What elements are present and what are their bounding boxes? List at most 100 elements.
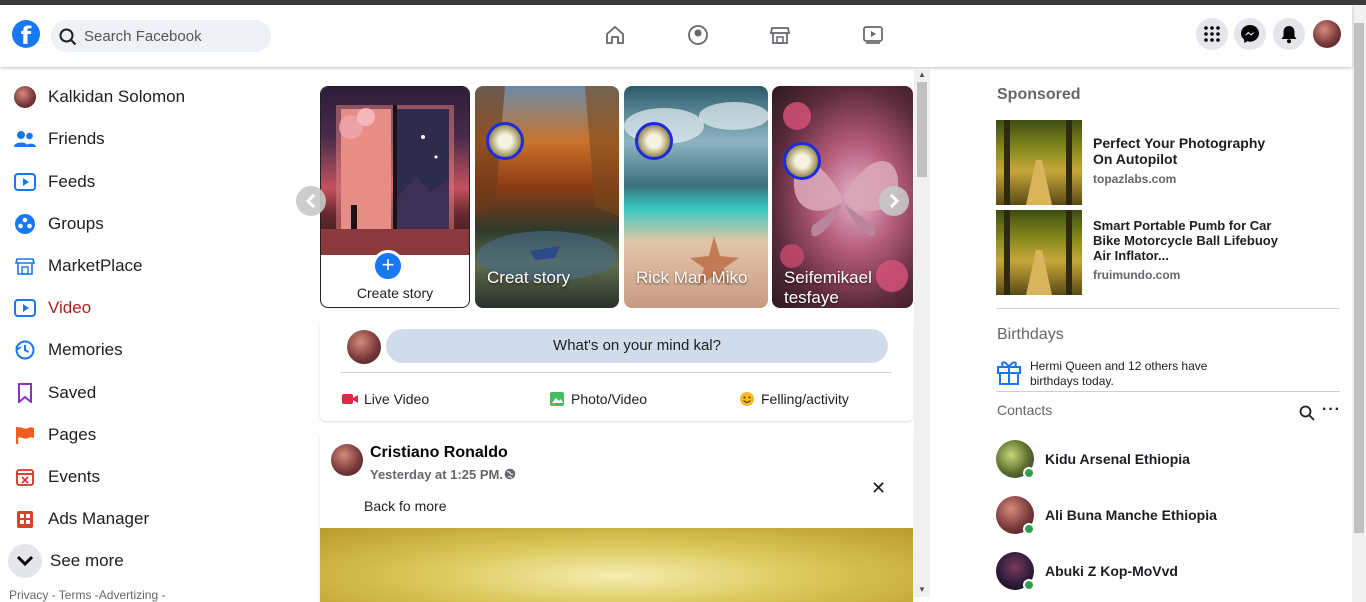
post-text: Back fo more [364, 498, 447, 514]
story-card[interactable]: Rick Man Miko [624, 86, 768, 308]
pages-icon [14, 424, 36, 446]
sidebar-item-label: MarketPlace [48, 256, 143, 275]
sidebar-item-saved[interactable]: Saved [14, 378, 96, 408]
composer-avatar[interactable] [347, 330, 381, 364]
contact-item[interactable]: Abuki Z Kop-MoVvd [996, 551, 1178, 591]
photo-video-icon [550, 392, 564, 406]
live-video-button[interactable]: Live Video [342, 391, 429, 407]
post-image[interactable] [320, 528, 913, 602]
top-navigation-bar: f [0, 5, 1352, 67]
contacts-more-options-icon[interactable]: ··· [1322, 401, 1341, 419]
globe-icon [504, 468, 516, 480]
sidebar-item-friends[interactable]: Friends [14, 124, 105, 154]
whats-on-your-mind-input[interactable]: What's on your mind kal? [386, 329, 888, 363]
search-bar[interactable] [51, 20, 271, 52]
contact-item[interactable]: Ali Buna Manche Ethiopia [996, 495, 1217, 535]
feed-scrollbar-thumb[interactable] [917, 82, 927, 177]
ad-title[interactable]: Perfect Your Photography On Autopilot [1093, 135, 1283, 167]
sidebar-item-memories[interactable]: Memories [14, 335, 123, 365]
online-status-dot [1023, 467, 1035, 479]
sidebar-item-label: Saved [48, 383, 97, 402]
facebook-logo[interactable]: f [12, 20, 40, 48]
contacts-heading: Contacts [997, 402, 1053, 418]
photo-video-button[interactable]: Photo/Video [549, 391, 647, 407]
birthdays-heading: Birthdays [997, 326, 1064, 343]
story-card[interactable]: Creat story [475, 86, 619, 308]
ad-image[interactable] [996, 210, 1082, 295]
search-input[interactable] [84, 26, 254, 46]
story-name: Rick Man Miko [636, 268, 748, 287]
stories-next-button[interactable] [879, 186, 909, 216]
sponsored-ad[interactable]: Smart Portable Pumb for Car Bike Motorcy… [996, 210, 1336, 296]
watch-icon[interactable] [861, 23, 885, 47]
sidebar-item-profile[interactable]: Kalkidan Solomon [14, 82, 185, 112]
saved-icon [14, 382, 36, 404]
story-name: Creat story [487, 268, 571, 287]
sponsored-ad[interactable]: Perfect Your Photography On Autopilot to… [996, 120, 1336, 206]
contact-name: Ali Buna Manche Ethiopia [1045, 507, 1217, 523]
add-story-plus-icon[interactable]: + [372, 250, 404, 282]
stories-prev-button[interactable] [296, 186, 326, 216]
ads-manager-icon [14, 508, 36, 530]
messenger-button[interactable] [1234, 18, 1266, 50]
story-name: Seifemikael tesfaye [784, 268, 872, 307]
account-avatar[interactable] [1313, 20, 1341, 48]
profile-avatar [14, 86, 36, 108]
birthday-text[interactable]: Hermi Queen and 12 others have birthdays… [1030, 359, 1250, 389]
post-composer: What's on your mind kal? Live Video Phot… [320, 321, 913, 421]
feeds-icon [14, 171, 36, 193]
memories-icon [14, 339, 36, 361]
sidebar-item-ads-manager[interactable]: Ads Manager [14, 504, 149, 534]
right-divider [996, 391, 1340, 392]
scroll-down-arrow[interactable]: ▼ [918, 585, 926, 594]
chevron-down-icon [8, 544, 42, 578]
online-status-dot [1023, 523, 1035, 535]
post-author-name[interactable]: Cristiano Ronaldo [370, 444, 508, 462]
feeling-icon [740, 392, 754, 406]
composer-divider [340, 372, 892, 373]
search-contacts-icon[interactable] [1299, 405, 1315, 421]
messenger-icon [1241, 25, 1259, 43]
notifications-button[interactable] [1273, 18, 1305, 50]
contact-avatar [996, 552, 1035, 591]
marketplace-icon [14, 255, 36, 277]
live-video-icon [342, 394, 358, 404]
page-scrollbar-thumb[interactable] [1354, 23, 1364, 533]
contact-item[interactable]: Kidu Arsenal Ethiopia [996, 439, 1190, 479]
chevron-left-icon [305, 194, 316, 208]
menu-grid-button[interactable] [1196, 18, 1228, 50]
online-status-dot [1023, 579, 1035, 591]
scroll-up-arrow[interactable]: ▲ [918, 70, 926, 79]
close-post-icon[interactable]: ✕ [871, 478, 886, 499]
see-more-button[interactable]: See more [8, 544, 124, 578]
sidebar-item-label: Events [48, 467, 100, 486]
sponsored-heading: Sponsored [997, 86, 1081, 103]
sidebar-item-video[interactable]: Video [14, 293, 91, 323]
profile-icon[interactable] [686, 23, 710, 47]
page-scrollbar[interactable] [1352, 5, 1366, 602]
sidebar-item-pages[interactable]: Pages [14, 420, 96, 450]
home-icon[interactable] [603, 23, 627, 47]
footer-links[interactable]: Privacy - Terms -Advertizing - [9, 588, 165, 602]
sidebar-item-events[interactable]: Events [14, 462, 100, 492]
sidebar-item-label: Kalkidan Solomon [48, 87, 186, 106]
sidebar-item-marketplace[interactable]: MarketPlace [14, 251, 142, 281]
notifications-icon [1281, 26, 1297, 44]
feeling-activity-button[interactable]: Felling/activity [739, 391, 849, 407]
ad-title[interactable]: Smart Portable Pumb for Car Bike Motorcy… [1093, 218, 1283, 263]
post-timestamp[interactable]: Yesterday at 1:25 PM. [370, 467, 516, 482]
video-icon [14, 297, 36, 319]
contact-name: Abuki Z Kop-MoVvd [1045, 563, 1178, 579]
contact-avatar [996, 496, 1035, 535]
ad-image[interactable] [996, 120, 1082, 205]
sidebar-item-groups[interactable]: Groups [14, 209, 104, 239]
post-author-avatar[interactable] [331, 444, 363, 476]
sidebar-item-label: Feeds [48, 172, 96, 191]
contact-name: Kidu Arsenal Ethiopia [1045, 451, 1190, 467]
marketplace-icon[interactable] [768, 23, 792, 47]
see-more-label: See more [50, 551, 124, 570]
sidebar-item-feeds[interactable]: Feeds [14, 167, 95, 197]
feed-scrollbar[interactable]: ▲ ▼ [914, 70, 930, 597]
create-story-card[interactable]: + Create story [320, 86, 470, 308]
search-icon [59, 28, 77, 46]
